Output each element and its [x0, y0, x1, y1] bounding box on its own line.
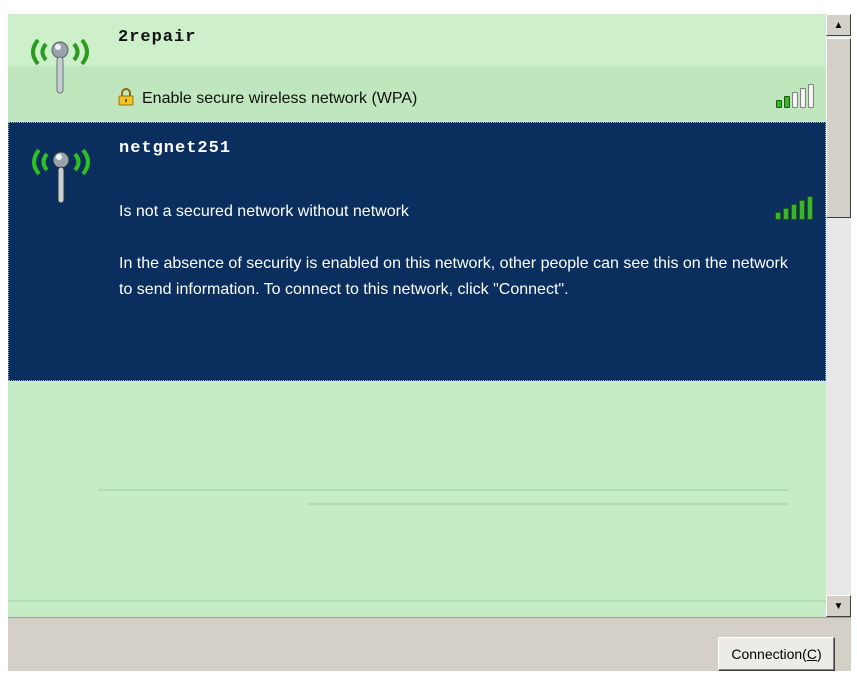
- network-security-status: Enable secure wireless network (WPA): [118, 88, 417, 108]
- network-ssid: 2repair: [118, 28, 197, 47]
- network-status-text: Enable secure wireless network (WPA): [142, 90, 418, 107]
- vertical-scrollbar[interactable]: ▲ ▼: [826, 14, 851, 617]
- lock-icon: [118, 88, 134, 106]
- wireless-antenna-icon: [32, 148, 90, 204]
- wireless-network-dialog: 2repair Enable secure wireless network (…: [8, 14, 851, 671]
- scroll-thumb[interactable]: [826, 38, 851, 218]
- network-item-2repair[interactable]: 2repair Enable secure wireless network (…: [8, 14, 826, 121]
- network-list[interactable]: 2repair Enable secure wireless network (…: [8, 14, 826, 617]
- connect-button[interactable]: Connection(C): [718, 637, 835, 671]
- signal-strength-icon: [775, 196, 813, 220]
- scroll-up-button[interactable]: ▲: [826, 14, 851, 36]
- scroll-down-button[interactable]: ▼: [826, 595, 851, 617]
- network-item-netgnet251[interactable]: netgnet251 Is not a secured network with…: [8, 122, 826, 381]
- network-description: In the absence of security is enabled on…: [119, 255, 788, 298]
- dialog-footer: Connection(C): [8, 617, 851, 671]
- arrow-down-icon: ▼: [833, 600, 844, 612]
- connect-button-label: Connection: [731, 646, 803, 662]
- wireless-antenna-icon: [31, 38, 89, 94]
- arrow-up-icon: ▲: [833, 19, 844, 31]
- signal-strength-icon: [776, 84, 814, 108]
- connect-accelerator-key: C: [806, 646, 817, 662]
- network-ssid: netgnet251: [119, 139, 232, 158]
- network-security-status: Is not a secured network without network: [119, 203, 409, 220]
